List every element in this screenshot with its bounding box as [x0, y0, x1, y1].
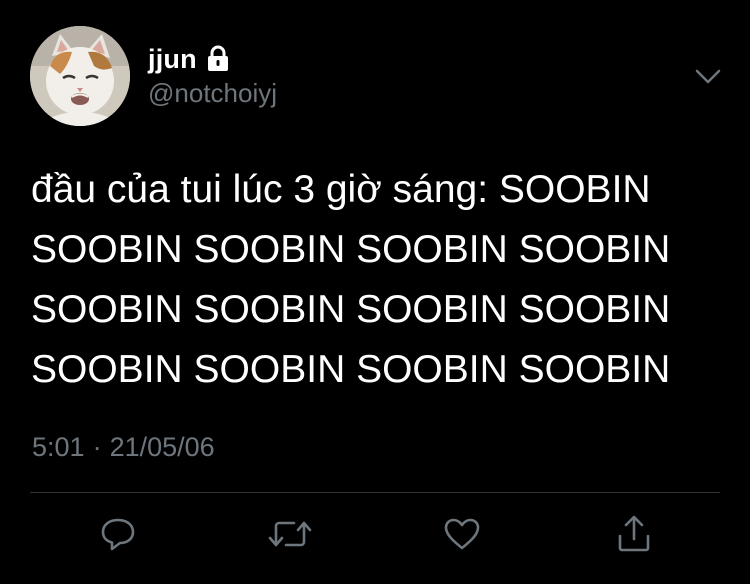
tweet-text: đầu của tui lúc 3 giờ sáng: SOOBIN SOOBI…	[31, 168, 671, 391]
retweet-icon	[268, 521, 312, 547]
heart-icon	[444, 518, 480, 550]
action-bar	[0, 512, 750, 562]
retweet-button[interactable]	[268, 512, 312, 556]
name-row: jjun	[148, 42, 230, 76]
avatar[interactable]	[30, 26, 130, 126]
share-icon	[618, 515, 650, 552]
chevron-down-icon[interactable]	[694, 62, 722, 90]
reply-icon	[101, 518, 135, 551]
tweet-card: jjun @notchoiyj đầu của tui lúc 3 giờ sá…	[0, 0, 750, 584]
display-name[interactable]: jjun	[148, 44, 197, 75]
like-button[interactable]	[440, 512, 484, 556]
cat-avatar-image	[30, 26, 130, 126]
meta-separator: ·	[92, 432, 102, 462]
reply-button[interactable]	[96, 512, 140, 556]
share-button[interactable]	[612, 512, 656, 556]
divider	[30, 492, 720, 493]
user-handle[interactable]: @notchoiyj	[148, 78, 277, 109]
tweet-meta: 5:01 · 21/05/06	[32, 432, 215, 463]
lock-icon	[206, 45, 230, 73]
tweet-time[interactable]: 5:01	[32, 432, 85, 462]
tweet-date[interactable]: 21/05/06	[110, 432, 215, 462]
